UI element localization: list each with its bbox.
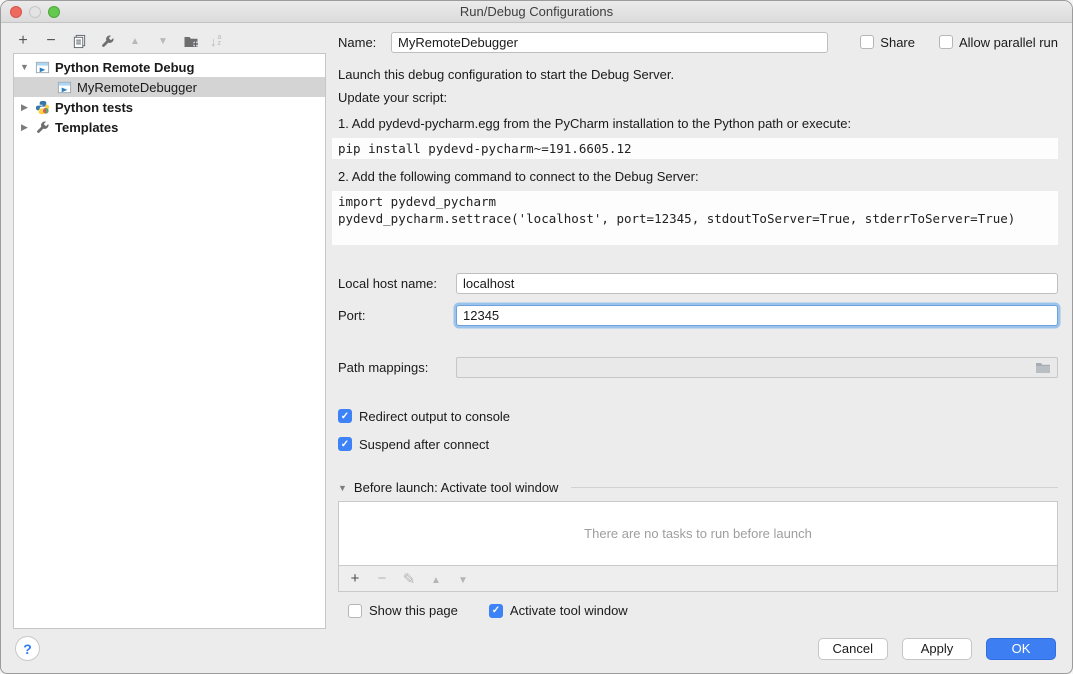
move-down-button: ▼ [154,32,172,50]
port-input[interactable] [456,305,1058,326]
code-line: import pydevd_pycharm [338,193,1052,210]
tree-item-label: Python tests [55,100,133,115]
add-task-button[interactable]: + [348,570,362,587]
port-row: Port: [338,304,1058,327]
code-line: pydevd_pycharm.settrace('localhost', por… [338,210,1052,227]
help-button[interactable]: ? [15,636,40,661]
redirect-output-checkbox[interactable]: ✓ [338,409,352,423]
tree-item-python-remote-debug[interactable]: ▼ Python Remote Debug [14,57,325,77]
redirect-output-row: ✓ Redirect output to console [338,408,1058,424]
suspend-after-connect-row: ✓ Suspend after connect [338,436,1058,452]
browse-folder-icon[interactable] [1035,361,1051,375]
name-row: Name: Share Allow parallel run [338,31,1058,53]
sort-alphabetically-icon: ↓ az [210,34,221,49]
instruction-step-1: 1. Add pydevd-pycharm.egg from the PyCha… [338,115,1058,132]
allow-parallel-run-checkbox[interactable] [939,35,953,49]
run-config-icon [35,60,50,75]
remove-configuration-button[interactable]: − [42,32,60,50]
show-this-page-checkbox[interactable] [348,604,362,618]
activate-tool-window-label: Activate tool window [510,603,628,618]
show-page-row: Show this page ✓ Activate tool window [338,603,1058,618]
tree-item-label: Templates [55,120,118,135]
instructions: Launch this debug configuration to start… [338,66,1058,245]
show-this-page-label: Show this page [369,603,458,618]
before-launch-tasks-list[interactable]: There are no tasks to run before launch [338,501,1058,566]
instruction-line: Launch this debug configuration to start… [338,66,1058,83]
python-tests-icon [35,100,50,115]
section-divider [571,487,1058,488]
ok-button[interactable]: OK [986,638,1056,660]
disclosure-expanded-icon[interactable]: ▼ [19,62,30,72]
local-host-label: Local host name: [338,276,456,291]
tree-item-templates[interactable]: ▶ Templates [14,117,325,137]
local-host-row: Local host name: [338,272,1058,295]
redirect-output-label: Redirect output to console [359,409,510,424]
share-checkbox[interactable] [860,35,874,49]
remove-task-button: − [375,570,389,587]
port-label: Port: [338,308,456,323]
instruction-line: Update your script: [338,89,1058,106]
disclosure-collapsed-icon[interactable]: ▶ [19,122,30,133]
configurations-toolbar: + − ▲ ▼ ↓ az [14,30,221,52]
share-label: Share [880,35,915,50]
activate-tool-window-checkbox[interactable]: ✓ [489,604,503,618]
before-launch-title: Before launch: Activate tool window [354,480,559,495]
path-mappings-label: Path mappings: [338,360,456,375]
window-title: Run/Debug Configurations [1,1,1072,23]
cancel-button[interactable]: Cancel [818,638,888,660]
settrace-code: import pydevd_pycharm pydevd_pycharm.set… [332,191,1058,245]
suspend-after-connect-checkbox[interactable]: ✓ [338,437,352,451]
name-input[interactable] [391,32,828,53]
dialog-footer: ? Cancel Apply OK [1,627,1072,673]
tree-item-myremotedebugger[interactable]: MyRemoteDebugger [14,77,325,97]
configuration-form: Name: Share Allow parallel run Launch th… [338,31,1058,618]
path-mappings-field[interactable] [456,357,1058,378]
edit-templates-wrench-icon[interactable] [98,32,116,50]
move-up-button: ▲ [126,32,144,50]
move-task-up-button: ▲ [429,570,443,587]
tree-item-python-tests[interactable]: ▶ Python tests [14,97,325,117]
before-launch-header[interactable]: ▼ Before launch: Activate tool window [338,480,1058,495]
local-host-input[interactable] [456,273,1058,294]
disclosure-expanded-icon[interactable]: ▼ [338,483,347,493]
name-row-checkboxes: Share Allow parallel run [860,35,1058,50]
disclosure-collapsed-icon[interactable]: ▶ [19,102,30,113]
add-configuration-button[interactable]: + [14,32,32,50]
empty-tasks-message: There are no tasks to run before launch [584,526,812,541]
titlebar: Run/Debug Configurations [1,1,1072,23]
name-label: Name: [338,35,391,50]
copy-configuration-icon[interactable] [70,32,88,50]
new-folder-icon[interactable] [182,32,200,50]
tree-item-label: Python Remote Debug [55,60,194,75]
instruction-step-2: 2. Add the following command to connect … [338,168,1058,185]
move-task-down-button: ▼ [456,570,470,587]
suspend-after-connect-label: Suspend after connect [359,437,489,452]
footer-buttons: Cancel Apply OK [818,638,1056,660]
wrench-icon [35,120,50,135]
path-mappings-row: Path mappings: [338,356,1058,379]
edit-task-pencil-icon: ✎ [402,570,416,588]
run-config-icon [57,80,72,95]
before-launch-toolbar: + − ✎ ▲ ▼ [338,566,1058,592]
pip-install-code: pip install pydevd-pycharm~=191.6605.12 [332,138,1058,159]
tree-item-label: MyRemoteDebugger [77,80,197,95]
configurations-tree: ▼ Python Remote Debug MyRemoteDebugger [13,53,326,629]
apply-button[interactable]: Apply [902,638,972,660]
allow-parallel-run-label: Allow parallel run [959,35,1058,50]
run-debug-configurations-dialog: Run/Debug Configurations + − ▲ ▼ [0,0,1073,674]
